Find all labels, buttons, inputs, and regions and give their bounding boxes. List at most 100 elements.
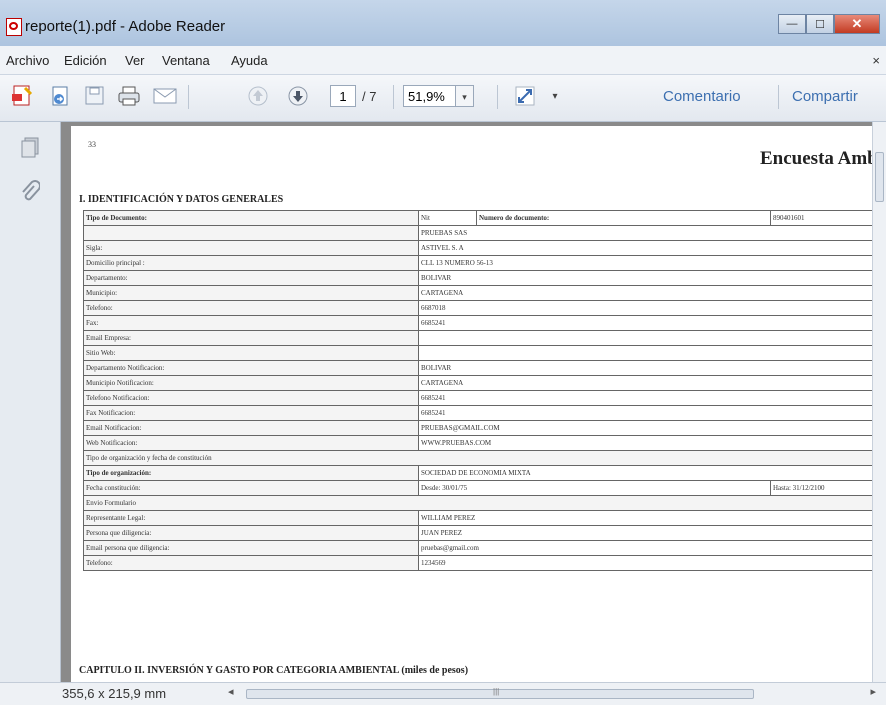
- doc-number-label: Numero de documento:: [476, 210, 771, 226]
- row-value: [418, 330, 872, 346]
- table-row: Tipo de organización: SOCIEDAD DE ECONOMI…: [83, 465, 872, 481]
- row-value: CLL 13 NUMERO 56-13: [418, 255, 872, 271]
- document-area[interactable]: 33 Encuesta Ambi I. IDENTIFICACIÓN Y DAT…: [61, 122, 872, 682]
- table-row: Sitio Web:: [83, 345, 872, 361]
- close-button[interactable]: ✕: [834, 14, 880, 34]
- table-row: Departamento: BOLIVAR: [83, 270, 872, 286]
- row-value: WWW.PRUEBAS.COM: [418, 435, 872, 451]
- table-row: Email Empresa:: [83, 330, 872, 346]
- table-row: Tipo de organización y fecha de constitu…: [83, 450, 872, 466]
- table-row: Sigla: ASTIVEL S. A: [83, 240, 872, 256]
- org-type-value: SOCIEDAD DE ECONOMIA MIXTA: [418, 465, 872, 481]
- row-value: [418, 345, 872, 361]
- row-label: Municipio:: [83, 285, 419, 301]
- row-label: Municipio Notificacion:: [83, 375, 419, 391]
- row-label: Departamento:: [83, 270, 419, 286]
- page-header-number: 33: [88, 140, 96, 149]
- save-icon[interactable]: [82, 83, 108, 109]
- row-label: Email persona que diligencia:: [83, 540, 419, 556]
- horizontal-scroll-thumb[interactable]: |||: [246, 687, 754, 699]
- row-value: BOLIVAR: [418, 270, 872, 286]
- menu-archivo[interactable]: Archivo: [6, 53, 49, 68]
- fit-page-icon[interactable]: [512, 83, 538, 109]
- section-heading-identification: I. IDENTIFICACIÓN Y DATOS GENERALES: [79, 194, 284, 205]
- toolbar-separator: [778, 85, 779, 109]
- doc-type-value: Nit: [418, 210, 477, 226]
- row-value: CARTAGENA: [418, 285, 872, 301]
- table-row: Representante Legal: WILLIAM PEREZ: [83, 510, 872, 526]
- table-row: Tipo de Documento: Nit Numero de documen…: [83, 210, 872, 226]
- table-row: Departamento Notificacion: BOLIVAR: [83, 360, 872, 376]
- row-value: ASTIVEL S. A: [418, 240, 872, 256]
- maximize-button[interactable]: ☐: [806, 14, 834, 34]
- toolbar: 1 / 7 51,9% ▾ ▾ Comentario Compartir: [0, 75, 886, 122]
- table-row: Municipio: CARTAGENA: [83, 285, 872, 301]
- navigation-pane: [0, 122, 61, 704]
- table-row: Domicilio principal : CLL 13 NUMERO 56-13: [83, 255, 872, 271]
- row-label: Email Notificacion:: [83, 420, 419, 436]
- scroll-grip-icon: |||: [493, 687, 500, 696]
- row-value: 6687018: [418, 300, 872, 316]
- attachments-icon[interactable]: [20, 180, 41, 209]
- row-label: Email Empresa:: [83, 330, 419, 346]
- vertical-scroll-thumb[interactable]: [875, 152, 884, 202]
- title-bar: reporte(1).pdf - Adobe Reader — ☐ ✕: [0, 0, 886, 46]
- table-row: Fax: 6685241: [83, 315, 872, 331]
- table-row: Fax Notificacion: 6685241: [83, 405, 872, 421]
- row-label: [83, 225, 419, 241]
- menu-ver[interactable]: Ver: [125, 53, 145, 68]
- page-number-input[interactable]: 1: [330, 85, 356, 107]
- table-row: PRUEBAS SAS: [83, 225, 872, 241]
- section-heading-investment: CAPITULO II. INVERSIÓN Y GASTO POR CATEG…: [79, 665, 469, 676]
- menu-ventana[interactable]: Ventana: [162, 53, 210, 68]
- print-icon[interactable]: [116, 83, 142, 109]
- row-value: CARTAGENA: [418, 375, 872, 391]
- toolbar-more-icon[interactable]: ▾: [542, 83, 568, 109]
- open-file-icon[interactable]: [48, 83, 74, 109]
- minimize-button[interactable]: —: [778, 14, 806, 34]
- page-thumbnails-icon[interactable]: [20, 136, 40, 163]
- org-section-header: Tipo de organización y fecha de constitu…: [83, 450, 872, 466]
- scroll-right-icon[interactable]: ▸: [870, 685, 876, 698]
- table-row: Email persona que diligencia: pruebas@gma…: [83, 540, 872, 556]
- vertical-scrollbar[interactable]: [872, 122, 886, 682]
- window-controls: — ☐ ✕: [778, 14, 880, 34]
- row-label: Web Notificacion:: [83, 435, 419, 451]
- table-row: Telefono: 6687018: [83, 300, 872, 316]
- row-value: 1234569: [418, 555, 872, 571]
- table-row: Fecha constitución: Desde: 30/01/75 Hasta:…: [83, 480, 872, 496]
- menu-edicion[interactable]: Edición: [64, 53, 107, 68]
- table-row: Telefono Notificacion: 6685241: [83, 390, 872, 406]
- comment-button[interactable]: Comentario: [663, 88, 741, 105]
- menu-bar: Archivo Edición Ver Ventana Ayuda ×: [0, 46, 886, 75]
- menu-ayuda[interactable]: Ayuda: [231, 53, 268, 68]
- row-value: BOLIVAR: [418, 360, 872, 376]
- adobe-reader-icon: [6, 18, 22, 36]
- toolbar-separator: [497, 85, 498, 109]
- table-row: Telefono: 1234569: [83, 555, 872, 571]
- document-title: Encuesta Ambi: [760, 148, 872, 169]
- horizontal-scrollbar[interactable]: ◂ ||| ▸: [228, 685, 880, 701]
- row-label: Domicilio principal :: [83, 255, 419, 271]
- share-button[interactable]: Compartir: [792, 88, 858, 105]
- row-label: Fax Notificacion:: [83, 405, 419, 421]
- previous-page-icon[interactable]: [245, 83, 271, 109]
- toolbar-separator: [393, 85, 394, 109]
- constitution-label: Fecha constitución:: [83, 480, 419, 496]
- next-page-icon[interactable]: [285, 83, 311, 109]
- constitution-from: Desde: 30/01/75: [418, 480, 771, 496]
- menu-close-icon[interactable]: ×: [872, 53, 880, 68]
- row-label: Telefono Notificacion:: [83, 390, 419, 406]
- table-row: Persona que diligencia: JUAN PEREZ: [83, 525, 872, 541]
- row-value: WILLIAM PEREZ: [418, 510, 872, 526]
- row-value: PRUEBAS SAS: [418, 225, 872, 241]
- zoom-input[interactable]: 51,9%: [403, 85, 456, 107]
- scroll-left-icon[interactable]: ◂: [228, 685, 234, 698]
- doc-type-label: Tipo de Documento:: [83, 210, 419, 226]
- zoom-dropdown-arrow-icon[interactable]: ▾: [456, 85, 474, 107]
- row-label: Fax:: [83, 315, 419, 331]
- create-pdf-icon[interactable]: [10, 83, 36, 109]
- table-row: Web Notificacion: WWW.PRUEBAS.COM: [83, 435, 872, 451]
- email-icon[interactable]: [152, 83, 178, 109]
- window-title: reporte(1).pdf - Adobe Reader: [25, 18, 226, 35]
